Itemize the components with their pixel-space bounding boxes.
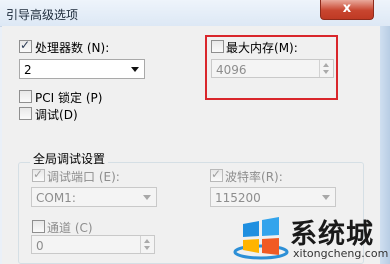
debug-label: 调试(D) [35,108,78,122]
channel-value: 0 [36,239,44,253]
debug-port-select[interactable]: COM1: [31,187,157,207]
max-memory-input[interactable]: 4096 [211,59,334,78]
pci-lock-checkbox[interactable] [19,90,32,103]
debug-port-checkbox[interactable] [32,167,45,182]
baud-rate-select[interactable]: 115200 [210,187,336,207]
baud-rate-value: 115200 [215,191,261,205]
spin-down-icon [323,70,329,74]
watermark-url: xitongcheng.com [293,247,389,260]
watermark-brand: 系统城 [290,219,374,250]
processor-count-label: 处理器数 (N): [35,41,110,55]
spin-up-icon [144,239,150,243]
debug-port-label: 调试端口 (E): [47,170,120,184]
debug-port-value: COM1: [36,191,76,205]
channel-label: 通道 (C) [47,221,93,235]
channel-input[interactable]: 0 [31,235,155,254]
processor-count-value: 2 [24,63,32,77]
chevron-down-icon [131,67,139,72]
max-memory-label: 最大内存(M): [226,41,298,55]
spin-down-icon [144,246,150,250]
debug-checkbox[interactable] [19,107,32,120]
spin-buttons[interactable] [319,60,333,77]
baud-rate-checkbox[interactable] [210,167,223,182]
baud-rate-label: 波特率(R): [225,170,283,184]
windows-logo-icon [233,217,289,260]
global-debug-title: 全局调试设置 [30,150,109,167]
chevron-down-icon [322,195,330,200]
max-memory-checkbox[interactable] [211,40,224,53]
spin-up-icon [323,63,329,67]
processor-count-select[interactable]: 2 [19,59,145,79]
processor-count-checkbox[interactable] [19,38,32,53]
window-frame-edge [380,26,390,264]
close-button[interactable]: x [320,0,374,20]
window-title: 引导高级选项 [6,8,79,22]
channel-checkbox[interactable] [32,220,45,233]
spin-buttons[interactable] [140,236,154,253]
pci-lock-label: PCI 锁定 (P) [35,91,103,105]
max-memory-value: 4096 [216,63,247,77]
chevron-down-icon [143,195,151,200]
